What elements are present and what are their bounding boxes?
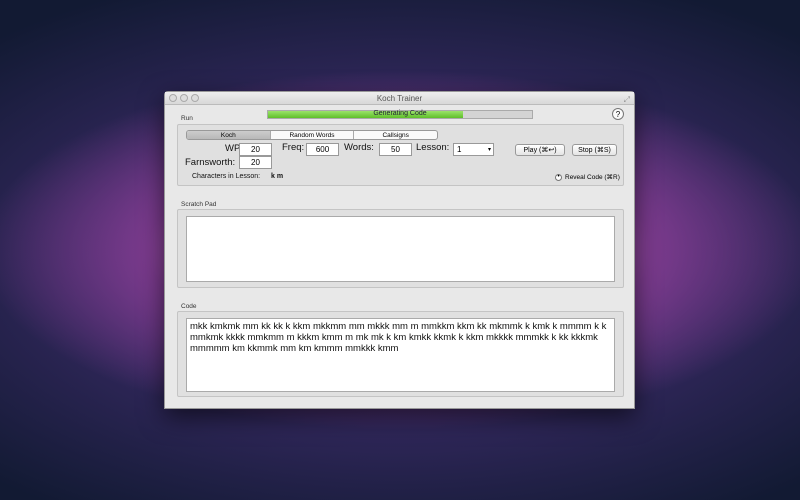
scratch-pad-group (177, 209, 624, 288)
freq-label: Freq: (282, 142, 305, 153)
stop-button[interactable]: Stop (⌘S) (572, 144, 617, 156)
progress-label: Generating Code (373, 110, 427, 117)
play-button[interactable]: Play (⌘↩) (515, 144, 565, 156)
title-bar: Koch Trainer ⤢ (165, 92, 634, 105)
farnsworth-label: Farnsworth: (185, 157, 236, 168)
lesson-value: 1 (457, 145, 462, 154)
reveal-code-radio[interactable]: • Reveal Code (⌘R) (555, 173, 620, 181)
progress-bar: Generating Code (267, 110, 533, 119)
words-label: Words: (344, 142, 374, 153)
lesson-label: Lesson: (416, 142, 450, 153)
tab-koch[interactable]: Koch (187, 131, 271, 139)
mode-segmented-control: Koch Random Words Callsigns (186, 130, 438, 140)
scratch-pad-label: Scratch Pad (181, 201, 217, 208)
minimize-button[interactable] (180, 94, 188, 102)
zoom-button[interactable] (191, 94, 199, 102)
run-group: Koch Random Words Callsigns WPM: 20 Freq… (177, 124, 624, 186)
lesson-select[interactable]: 1 ▾ (453, 143, 494, 156)
farnsworth-field[interactable]: 20 (239, 156, 272, 169)
fullscreen-icon[interactable]: ⤢ (624, 93, 630, 106)
characters-in-lesson: k m (271, 173, 284, 180)
characters-in-lesson-label: Characters in Lesson: (192, 173, 261, 180)
help-button[interactable]: ? (612, 108, 624, 120)
window-controls (169, 94, 199, 102)
wpm-field[interactable]: 20 (239, 143, 272, 156)
close-button[interactable] (169, 94, 177, 102)
code-group: mkk kmkmk mm kk kk k kkm mkkmm mm mkkk m… (177, 311, 624, 397)
words-field[interactable]: 50 (379, 143, 412, 156)
koch-trainer-window: Koch Trainer ⤢ Generating Code ? Run Koc… (164, 91, 635, 409)
chevron-down-icon: ▾ (487, 147, 491, 153)
tab-callsigns[interactable]: Callsigns (354, 131, 437, 139)
scratch-pad-textarea[interactable] (186, 216, 615, 282)
freq-field[interactable]: 600 (306, 143, 339, 156)
tab-random-words[interactable]: Random Words (271, 131, 355, 139)
radio-icon: • (555, 173, 562, 181)
run-label: Run (181, 115, 193, 122)
window-title: Koch Trainer (376, 94, 423, 103)
code-textarea[interactable]: mkk kmkmk mm kk kk k kkm mkkmm mm mkkk m… (186, 318, 615, 392)
code-label: Code (181, 303, 197, 310)
reveal-code-label: Reveal Code (⌘R) (565, 174, 620, 181)
